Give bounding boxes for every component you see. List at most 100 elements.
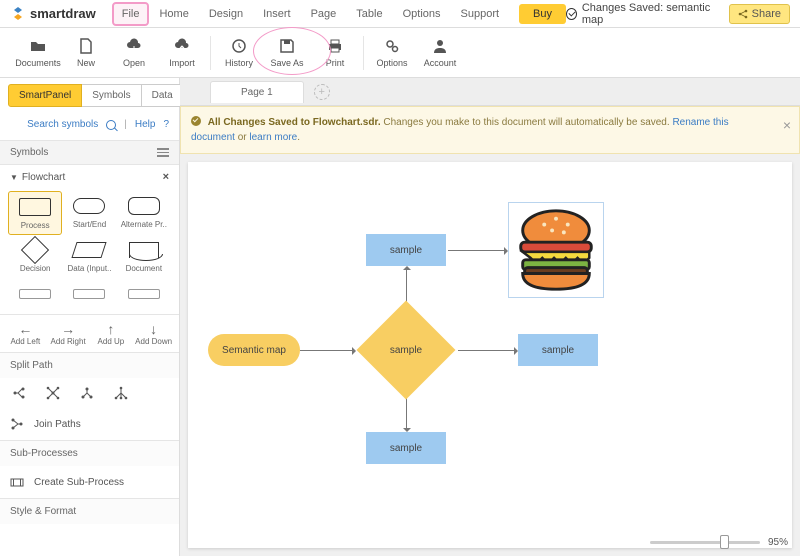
page-tab[interactable]: Page 1 [210, 81, 304, 103]
symbol-item[interactable] [117, 279, 171, 312]
menu-table[interactable]: Table [346, 2, 392, 26]
add-tools: ←Add Left→Add Right↑Add Up↓Add Down [0, 314, 179, 352]
arrow-icon: ↑ [107, 321, 114, 337]
menubar: FileHomeDesignInsertPageTableOptionsSupp… [112, 2, 509, 26]
folder-icon [29, 38, 47, 54]
canvas[interactable]: Semantic map sample sample sample sample [188, 162, 792, 548]
zoom-value: 95% [768, 537, 788, 548]
split-icon-2[interactable] [46, 386, 60, 400]
join-paths-item[interactable]: Join Paths [8, 412, 171, 436]
tab-data[interactable]: Data [141, 84, 184, 107]
menu-design[interactable]: Design [199, 2, 253, 26]
decision-node[interactable]: sample [356, 322, 456, 378]
buy-button[interactable]: Buy [519, 4, 566, 24]
cloud-up-icon [173, 38, 191, 54]
split-icon-1[interactable] [12, 386, 26, 400]
join-icon [10, 417, 24, 431]
menu-icon[interactable] [157, 148, 169, 157]
symbol-doc[interactable]: Document [117, 235, 171, 277]
process-node-top[interactable]: sample [366, 234, 446, 266]
connector[interactable] [448, 250, 506, 251]
symbol-rect[interactable]: Process [8, 191, 62, 235]
category-label: Flowchart [22, 172, 65, 183]
saveas-button[interactable]: Save As [263, 31, 311, 75]
canvas-area: Page 1 + All Changes Saved to Flowchart.… [180, 78, 800, 556]
save-notification: All Changes Saved to Flowchart.sdr. Chan… [180, 106, 800, 154]
chevron-down-icon: ▼ [10, 173, 18, 182]
menu-support[interactable]: Support [451, 2, 510, 26]
learn-more-link[interactable]: learn more [249, 132, 297, 143]
arrow-icon: ↓ [150, 321, 157, 337]
open-button[interactable]: Open [110, 31, 158, 75]
search-symbols-link[interactable]: Search symbols [27, 119, 98, 130]
left-panel: SmartPanelSymbolsData× Search symbols | … [0, 78, 180, 556]
import-button[interactable]: Import [158, 31, 206, 75]
symbol-category[interactable]: ▼ Flowchart × [0, 165, 179, 189]
file-icon [77, 38, 95, 54]
zoom-control: 95% [650, 537, 788, 548]
symbols-header-text: Symbols [10, 147, 48, 158]
menu-insert[interactable]: Insert [253, 2, 301, 26]
menu-page[interactable]: Page [301, 2, 347, 26]
start-node[interactable]: Semantic map [208, 334, 300, 366]
add-right-button[interactable]: →Add Right [47, 321, 90, 346]
connector[interactable] [458, 350, 516, 351]
gears-icon [383, 38, 401, 54]
symbol-alt[interactable]: Alternate Pr.. [117, 191, 171, 235]
join-paths-label: Join Paths [34, 419, 81, 430]
search-row: Search symbols | Help ? [0, 113, 179, 140]
options-button[interactable]: Options [368, 31, 416, 75]
logo-icon [10, 6, 26, 22]
connector[interactable] [300, 350, 354, 351]
symbol-round[interactable]: Start/End [62, 191, 116, 235]
split-path-items [0, 378, 179, 408]
split-path-header: Split Path [0, 352, 179, 378]
add-down-button[interactable]: ↓Add Down [132, 321, 175, 346]
symbol-item[interactable] [62, 279, 116, 312]
new-button[interactable]: New [62, 31, 110, 75]
split-icon-4[interactable] [114, 386, 128, 400]
symbol-diam[interactable]: Decision [8, 235, 62, 277]
zoom-thumb[interactable] [720, 535, 729, 549]
topbar: smartdraw FileHomeDesignInsertPageTableO… [0, 0, 800, 28]
symbol-item[interactable] [8, 279, 62, 312]
history-icon [230, 38, 248, 54]
logo[interactable]: smartdraw [10, 6, 96, 22]
arrow-icon: → [61, 321, 75, 337]
close-icon[interactable]: × [163, 171, 169, 183]
sub-processes-header: Sub-Processes [0, 440, 179, 466]
add-page-button[interactable]: + [314, 84, 330, 100]
cloud-down-icon [125, 38, 143, 54]
process-node-bottom[interactable]: sample [366, 432, 446, 464]
menu-file[interactable]: File [112, 2, 150, 26]
symbol-para[interactable]: Data (Input.. [62, 235, 116, 277]
menu-home[interactable]: Home [149, 2, 198, 26]
share-button[interactable]: Share [729, 4, 790, 24]
subprocess-icon [10, 475, 24, 489]
notif-or: or [238, 132, 247, 143]
notif-bold: All Changes Saved to Flowchart.sdr. [208, 117, 381, 128]
tab-smartpanel[interactable]: SmartPanel [8, 84, 82, 107]
search-icon[interactable] [106, 120, 116, 130]
create-sub-process-item[interactable]: Create Sub-Process [8, 470, 171, 494]
save-status: Changes Saved: semantic map [566, 2, 717, 26]
zoom-slider[interactable] [650, 541, 760, 544]
burger-icon [509, 203, 603, 297]
tab-symbols[interactable]: Symbols [82, 84, 140, 107]
help-link[interactable]: Help [135, 119, 156, 130]
symbols-section-header: Symbols [0, 140, 179, 165]
help-icon[interactable]: ? [163, 119, 169, 130]
style-format-header: Style & Format [0, 498, 179, 524]
check-icon [191, 116, 201, 126]
add-up-button[interactable]: ↑Add Up [90, 321, 133, 346]
split-icon-3[interactable] [80, 386, 94, 400]
add-left-button[interactable]: ←Add Left [4, 321, 47, 346]
documents-button[interactable]: Documents [14, 31, 62, 75]
page-tabs: Page 1 + [180, 78, 800, 106]
close-icon[interactable]: × [783, 115, 791, 136]
account-button[interactable]: Account [416, 31, 464, 75]
image-node[interactable] [508, 202, 604, 298]
notif-text: Changes you make to this document will a… [383, 117, 669, 128]
process-node-right[interactable]: sample [518, 334, 598, 366]
menu-options[interactable]: Options [393, 2, 451, 26]
